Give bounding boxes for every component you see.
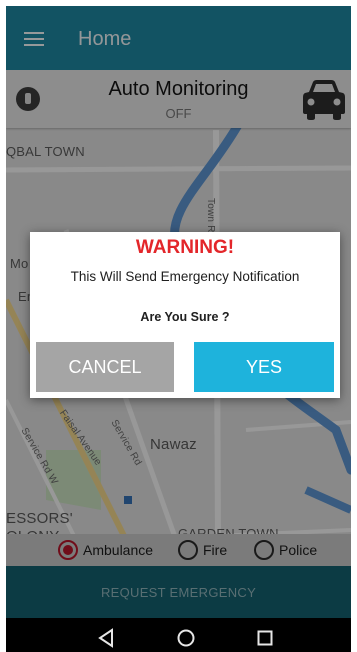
system-nav-bar bbox=[6, 618, 351, 652]
yes-button[interactable]: YES bbox=[194, 342, 334, 392]
dialog-title: WARNING! bbox=[135, 237, 235, 258]
back-triangle-icon[interactable] bbox=[97, 628, 115, 648]
home-circle-icon[interactable] bbox=[176, 628, 196, 648]
warning-dialog: WARNING! This Will Send Emergency Notifi… bbox=[30, 232, 340, 398]
cancel-button[interactable]: CANCEL bbox=[36, 342, 174, 392]
recents-square-icon[interactable] bbox=[256, 628, 274, 648]
dialog-message: This Will Send Emergency Notification bbox=[70, 269, 300, 284]
app-screen: QBAL TOWN Town Rd Mo Er Faisal Avenue Se… bbox=[6, 6, 351, 652]
dialog-question: Are You Sure ? bbox=[140, 310, 230, 324]
